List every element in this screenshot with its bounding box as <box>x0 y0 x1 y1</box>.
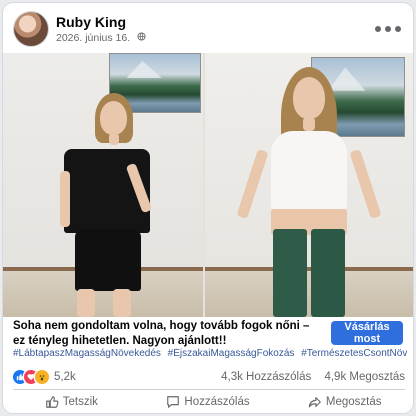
post-action-bar: Tetszik Hozzászólás Megosztás <box>3 391 413 413</box>
comment-icon <box>167 396 180 408</box>
wow-icon <box>35 370 49 384</box>
hashtag-link[interactable]: #TermészetesCsontNövekedés <box>301 348 407 359</box>
post-date[interactable]: 2026. június 16. <box>56 32 130 44</box>
more-options-icon[interactable] <box>375 25 401 33</box>
share-count[interactable]: 4,9k Megosztás <box>324 371 405 383</box>
author-avatar[interactable] <box>14 12 48 46</box>
comment-button[interactable]: Hozzászólás <box>140 391 277 413</box>
share-icon <box>308 397 321 408</box>
post-caption: Soha nem gondoltam volna, hogy tovább fo… <box>13 320 310 347</box>
post-card: Ruby King 2026. június 16. Soha nem gond… <box>3 3 413 413</box>
divider <box>13 389 405 390</box>
reaction-summary[interactable]: 5,2k <box>13 370 76 384</box>
globe-icon <box>137 32 146 44</box>
comment-label: Hozzászólás <box>184 396 250 408</box>
like-label: Tetszik <box>62 396 98 408</box>
comment-count[interactable]: 4,3k Hozzászólás <box>221 371 311 383</box>
hashtag-link[interactable]: #LábtapaszMagasságNövekedés <box>13 348 161 359</box>
reaction-count: 5,2k <box>54 371 76 383</box>
before-photo <box>3 53 203 317</box>
after-photo <box>205 53 413 317</box>
like-button[interactable]: Tetszik <box>3 391 140 413</box>
post-meta: 2026. június 16. <box>56 32 146 44</box>
shop-now-button[interactable]: Vásárlás most <box>331 321 403 345</box>
post-stats: 5,2k 4,3k Hozzászólás 4,9k Megosztás <box>13 367 405 389</box>
hashtag-list: #LábtapaszMagasságNövekedés #ÉjszakaiMag… <box>13 348 407 359</box>
author-name[interactable]: Ruby King <box>56 14 126 30</box>
thumbs-up-icon <box>45 396 59 408</box>
engagement-counts: 4,3k Hozzászólás 4,9k Megosztás <box>221 371 405 383</box>
share-button[interactable]: Megosztás <box>276 391 413 413</box>
share-label: Megosztás <box>325 396 382 408</box>
hashtag-link[interactable]: #ÉjszakaiMagasságFokozás <box>168 348 295 359</box>
post-image[interactable] <box>3 53 413 317</box>
post-header: Ruby King 2026. június 16. <box>3 3 413 53</box>
